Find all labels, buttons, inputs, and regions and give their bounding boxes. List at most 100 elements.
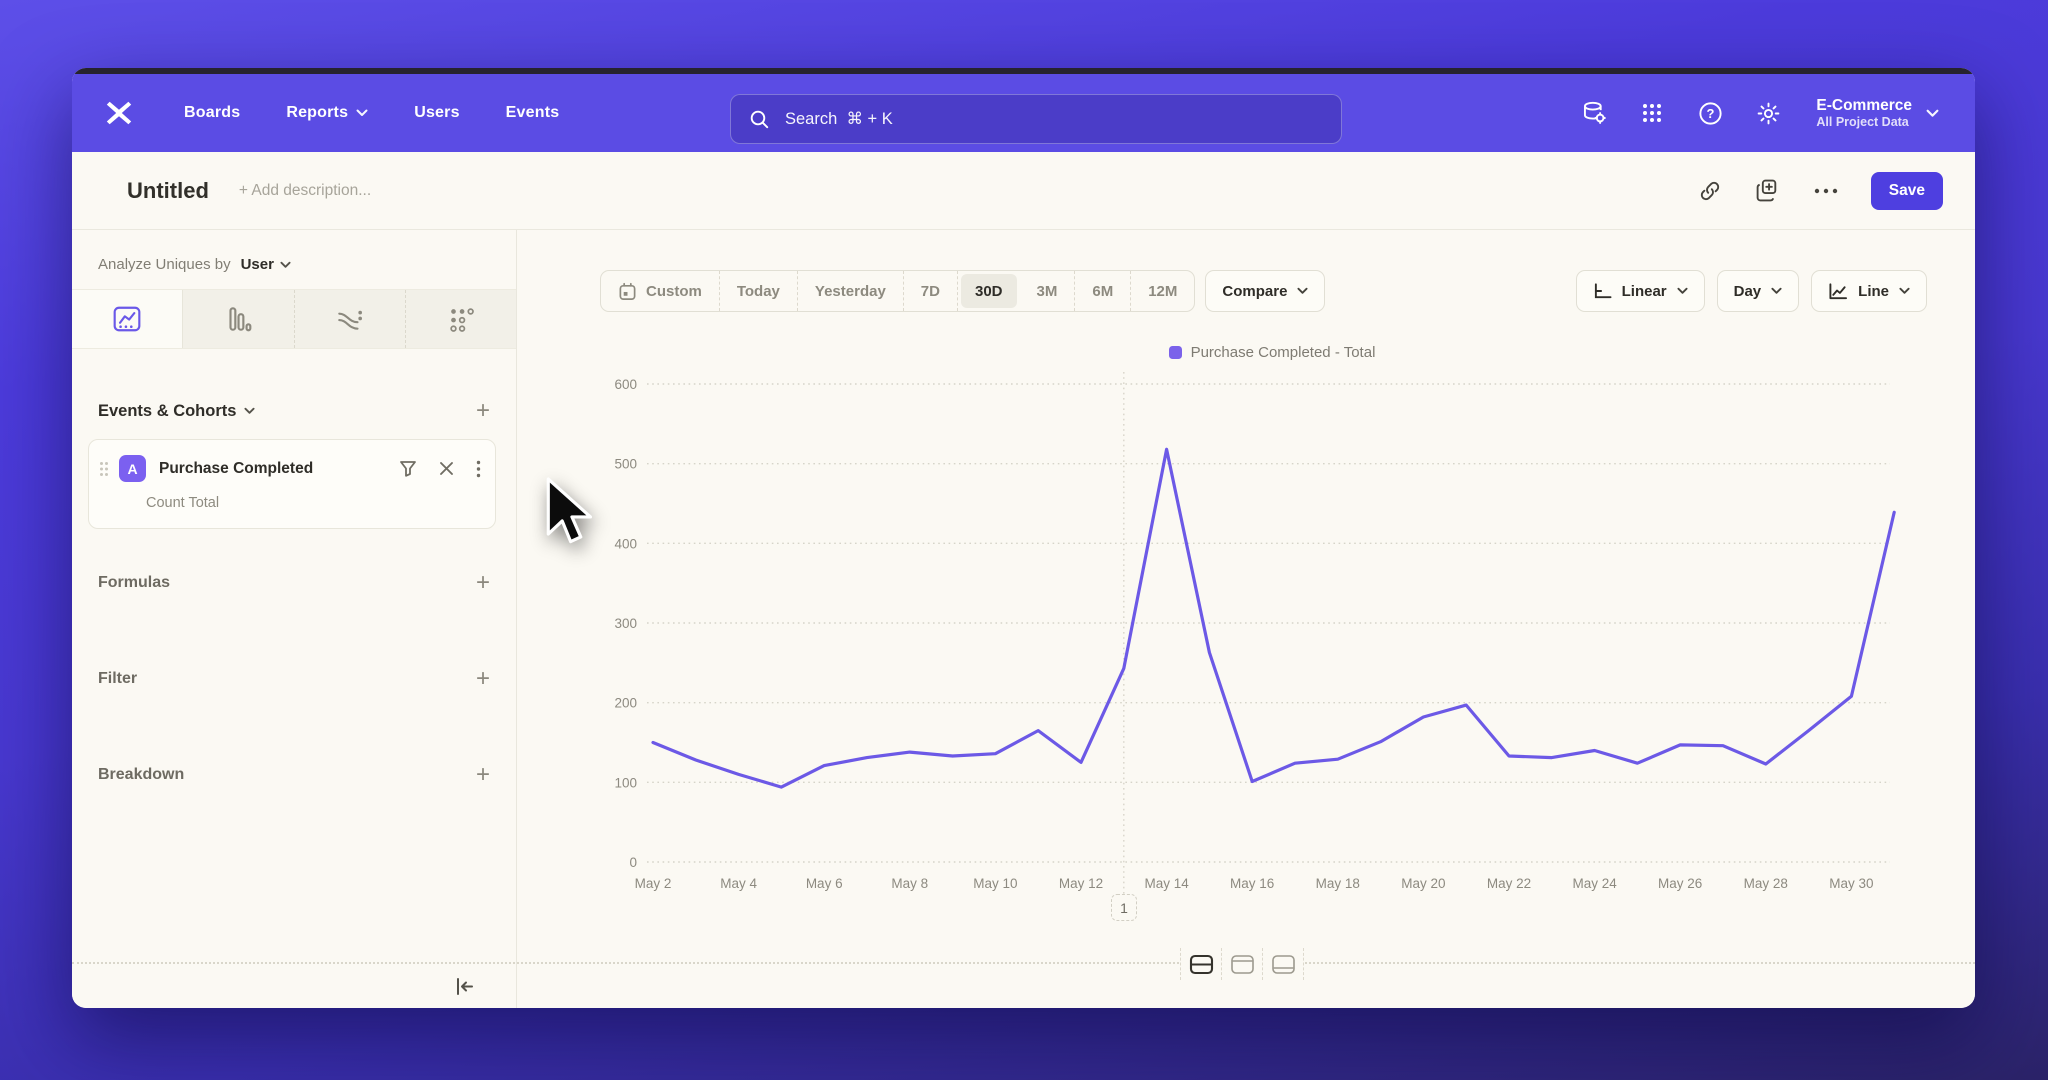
chevron-down-icon bbox=[356, 109, 368, 117]
tab-insights[interactable] bbox=[72, 290, 183, 348]
series-line-purchase-completed-total[interactable] bbox=[653, 449, 1894, 787]
event-card-row: A Purchase Completed bbox=[99, 455, 481, 482]
duplicate-icon[interactable] bbox=[1755, 178, 1781, 204]
sidebar-divider bbox=[516, 962, 517, 1008]
mixpanel-logo-icon[interactable] bbox=[102, 96, 136, 130]
add-formulas-button[interactable]: + bbox=[476, 571, 490, 595]
events-cohorts-header: Events & Cohorts + bbox=[72, 399, 516, 423]
search-icon bbox=[749, 109, 770, 130]
event-letter-badge: A bbox=[119, 455, 146, 482]
chevron-down-icon bbox=[280, 261, 291, 269]
x-tick-label: May 12 bbox=[1059, 876, 1103, 891]
interval-dropdown[interactable]: Day bbox=[1717, 270, 1800, 312]
layout-top-panel-icon bbox=[1230, 954, 1255, 975]
compare-button[interactable]: Compare bbox=[1205, 270, 1325, 312]
apps-grid-icon[interactable] bbox=[1638, 99, 1666, 127]
nav-item-label: Boards bbox=[184, 104, 240, 122]
section-filter: Filter+ bbox=[72, 667, 516, 691]
help-icon[interactable]: ? bbox=[1696, 99, 1724, 127]
chevron-down-icon bbox=[1677, 287, 1688, 295]
nav-item-reports[interactable]: Reports bbox=[286, 104, 368, 122]
more-options-icon[interactable] bbox=[1813, 178, 1839, 204]
remove-event-icon[interactable] bbox=[439, 461, 454, 476]
insights-chart-icon bbox=[112, 304, 142, 334]
save-button[interactable]: Save bbox=[1871, 172, 1943, 210]
page-title[interactable]: Untitled bbox=[127, 178, 209, 204]
collapse-sidebar-button[interactable] bbox=[444, 964, 484, 1008]
y-tick-label: 500 bbox=[614, 457, 637, 472]
tab-flows[interactable] bbox=[295, 290, 406, 348]
add-description-field[interactable]: + Add description... bbox=[239, 182, 371, 200]
calendar-icon bbox=[618, 282, 637, 301]
layout-bottom-panel-button[interactable] bbox=[1262, 948, 1304, 980]
x-tick-label: May 18 bbox=[1316, 876, 1360, 891]
x-tick-label: May 14 bbox=[1144, 876, 1189, 891]
workspace-body: Analyze Uniques by User bbox=[72, 230, 1975, 962]
y-tick-label: 0 bbox=[629, 855, 637, 870]
pagination-page-button[interactable]: 1 bbox=[1111, 894, 1137, 921]
chart-display-controls: Linear Day Line bbox=[1576, 270, 1927, 312]
analyze-entity-dropdown[interactable]: User bbox=[241, 256, 291, 273]
range-7d[interactable]: 7D bbox=[904, 271, 958, 311]
y-tick-label: 600 bbox=[614, 377, 637, 392]
chart-type-dropdown[interactable]: Line bbox=[1811, 270, 1927, 312]
desktop-background: Boards Reports Users Events ? bbox=[0, 0, 2048, 1080]
analyze-label: Analyze Uniques by bbox=[98, 256, 231, 273]
event-name[interactable]: Purchase Completed bbox=[159, 460, 313, 478]
nav-item-events[interactable]: Events bbox=[506, 104, 560, 122]
add-event-button[interactable]: + bbox=[476, 399, 490, 423]
events-cohorts-label[interactable]: Events & Cohorts bbox=[98, 402, 236, 421]
range-label: 6M bbox=[1092, 283, 1113, 300]
drag-handle-icon[interactable] bbox=[99, 461, 109, 477]
search-bar[interactable] bbox=[730, 94, 1342, 144]
add-filter-button[interactable]: + bbox=[476, 667, 490, 691]
range-6m[interactable]: 6M bbox=[1075, 271, 1131, 311]
bottom-bar bbox=[72, 962, 1975, 1008]
add-breakdown-button[interactable]: + bbox=[476, 763, 490, 787]
tab-retention[interactable] bbox=[406, 290, 516, 348]
range-yesterday[interactable]: Yesterday bbox=[798, 271, 904, 311]
title-bar-actions: Save bbox=[1697, 172, 1943, 210]
x-tick-label: May 26 bbox=[1658, 876, 1702, 891]
copy-link-icon[interactable] bbox=[1697, 178, 1723, 204]
compare-label: Compare bbox=[1222, 283, 1287, 300]
layout-top-panel-button[interactable] bbox=[1221, 948, 1262, 980]
x-tick-label: May 28 bbox=[1744, 876, 1788, 891]
scale-dropdown[interactable]: Linear bbox=[1576, 270, 1705, 312]
x-tick-label: May 8 bbox=[891, 876, 928, 891]
event-kebab-icon[interactable] bbox=[476, 460, 481, 478]
range-12m[interactable]: 12M bbox=[1131, 271, 1194, 311]
app-window: Boards Reports Users Events ? bbox=[72, 68, 1975, 1008]
line-chart: 0100200300400500600May 2May 4May 6May 8M… bbox=[517, 370, 1975, 930]
chart-area: Custom Today Yesterday 7D30D3M 6M 12M Compare… bbox=[517, 230, 1975, 962]
top-nav: Boards Reports Users Events ? bbox=[72, 74, 1975, 152]
legend-series-label: Purchase Completed - Total bbox=[1191, 344, 1376, 361]
chart-legend[interactable]: Purchase Completed - Total bbox=[653, 344, 1891, 361]
section-formulas: Formulas + bbox=[72, 571, 516, 595]
range-label: Custom bbox=[646, 283, 702, 300]
range-label: Yesterday bbox=[815, 283, 886, 300]
line-chart-icon bbox=[1828, 282, 1848, 301]
section-label: Breakdown bbox=[98, 766, 184, 784]
interval-label: Day bbox=[1734, 283, 1762, 300]
filter-funnel-icon[interactable] bbox=[399, 460, 417, 477]
nav-item-boards[interactable]: Boards bbox=[184, 104, 240, 122]
search-input[interactable] bbox=[783, 109, 1323, 130]
event-card[interactable]: A Purchase Completed Count Total bbox=[88, 439, 496, 529]
section-label: Formulas bbox=[98, 574, 170, 592]
nav-item-users[interactable]: Users bbox=[414, 104, 459, 122]
range-30d[interactable]: 30D bbox=[961, 274, 1017, 308]
range-3m[interactable]: 3M bbox=[1020, 271, 1076, 311]
retention-dots-icon bbox=[446, 304, 476, 334]
y-tick-label: 300 bbox=[614, 616, 637, 631]
layout-rows-split-button[interactable] bbox=[1180, 948, 1221, 980]
settings-gear-icon[interactable] bbox=[1754, 99, 1782, 127]
query-builder-sidebar: Analyze Uniques by User bbox=[72, 230, 517, 962]
range-today[interactable]: Today bbox=[720, 271, 798, 311]
data-management-icon[interactable] bbox=[1580, 99, 1608, 127]
project-switcher[interactable]: E-Commerce All Project Data bbox=[1816, 96, 1939, 131]
range-custom[interactable]: Custom bbox=[601, 271, 720, 311]
tab-funnels[interactable] bbox=[183, 290, 294, 348]
x-tick-label: May 4 bbox=[720, 876, 757, 891]
event-measurement[interactable]: Count Total bbox=[146, 495, 481, 511]
